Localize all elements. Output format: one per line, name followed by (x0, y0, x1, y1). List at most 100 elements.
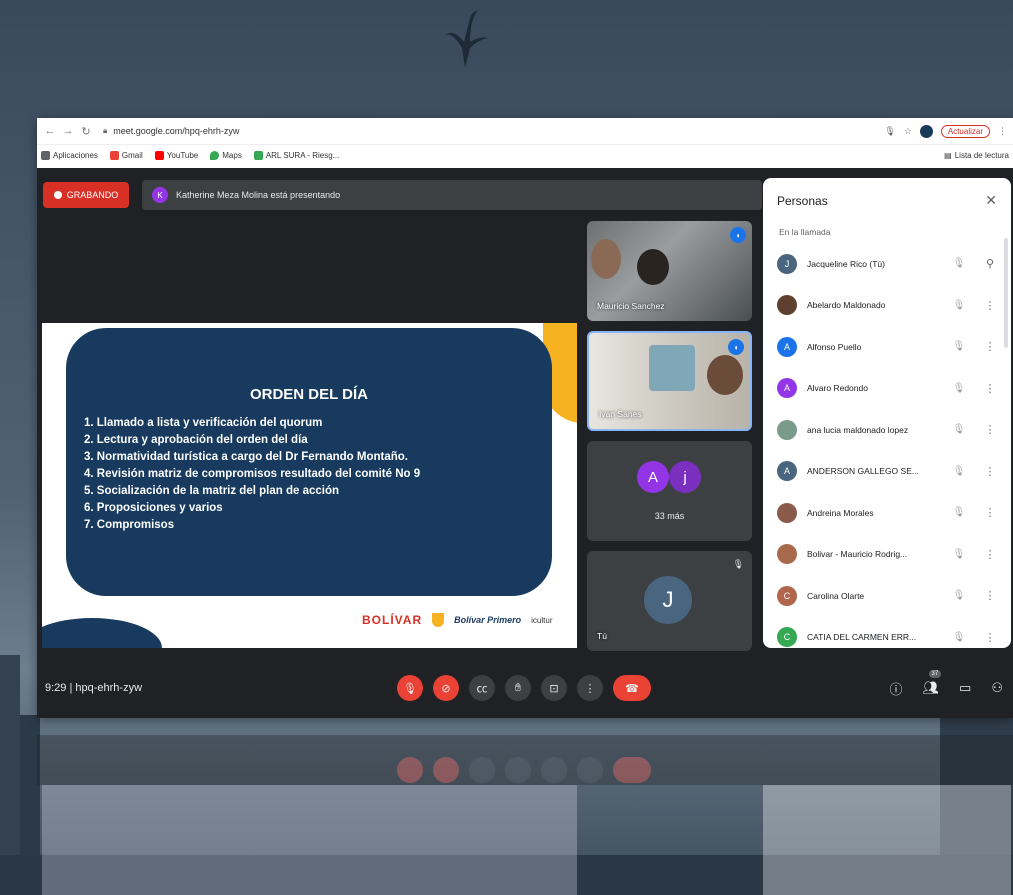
info-icon[interactable]: ⓘ (890, 679, 903, 698)
avatar: A (637, 461, 669, 493)
presenter-avatar: K (152, 187, 168, 203)
back-icon[interactable]: ← (43, 125, 57, 137)
reflected-control (469, 757, 495, 783)
participant-name: Carolina Olarte (807, 590, 865, 601)
more-options-icon[interactable]: ⋮ (577, 675, 603, 701)
meeting-info: 9:29 | hpq-ehrh-zyw (45, 682, 143, 694)
more-icon[interactable]: ⋮ (983, 423, 997, 436)
recording-badge[interactable]: GRABANDO (43, 182, 129, 208)
participant-row[interactable]: J Jacqueline Rico (Tú) 🎙︎ ⚲ (763, 243, 1011, 285)
reading-list-icon: ▤ (944, 151, 952, 160)
participant-row[interactable]: Abelardo Maldonado 🎙︎ ⋮ (763, 285, 1011, 327)
participant-row[interactable]: A Alvaro Redondo 🎙︎ ⋮ (763, 368, 1011, 410)
raise-hand-icon[interactable]: ✋︎ (505, 675, 531, 701)
mic-icon[interactable]: 🎙︎ (884, 126, 895, 137)
participant-tile-ivan[interactable]: ◖ Ivan Sanes (587, 331, 752, 431)
captions-icon[interactable]: ㏄ (469, 675, 495, 701)
participant-row[interactable]: A Alfonso Puello 🎙︎ ⋮ (763, 326, 1011, 368)
lock-icon[interactable]: 🔒︎ (103, 126, 107, 136)
more-icon[interactable]: ⋮ (983, 465, 997, 478)
reading-list[interactable]: ▤ Lista de lectura (944, 151, 1009, 160)
avatar: C (777, 627, 797, 648)
mic-off-icon: 🎙︎ (952, 465, 966, 477)
more-icon[interactable]: ⋮ (983, 340, 997, 353)
participant-row[interactable]: C Carolina Olarte 🎙︎ ⋮ (763, 575, 1011, 617)
people-icon[interactable]: 👥︎ 37 (923, 670, 942, 696)
reflected-control (397, 757, 423, 783)
update-button[interactable]: Actualizar (940, 124, 990, 138)
more-icon[interactable]: ⋮ (983, 506, 997, 519)
more-icon[interactable]: ⋮ (983, 631, 997, 644)
reflected-control (577, 757, 603, 783)
participant-video (591, 239, 621, 279)
self-tile[interactable]: 🎙︎ J Tú (587, 551, 752, 651)
participant-name: Mauricio Sanchez (597, 301, 665, 311)
more-icon[interactable]: ⋮ (983, 548, 997, 561)
activities-icon[interactable]: ⚇ (991, 680, 1003, 696)
participant-row[interactable]: Andreina Morales 🎙︎ ⋮ (763, 492, 1011, 534)
chat-icon[interactable]: ▭ (959, 680, 971, 696)
reload-icon[interactable]: ↻ (79, 125, 93, 138)
more-icon[interactable]: ⋮ (983, 299, 997, 312)
reflected-slide (42, 785, 577, 895)
participant-name: Abelardo Maldonado (807, 300, 886, 311)
sura-icon (253, 151, 263, 160)
avatar: A (777, 461, 797, 482)
end-call-icon[interactable]: ☎︎ (613, 675, 651, 701)
more-icon[interactable]: ⋮ (983, 589, 997, 602)
bookmark-gmail[interactable]: Gmail (109, 151, 143, 160)
bookmark-apps[interactable]: Aplicaciones (41, 151, 98, 160)
bookmark-sura[interactable]: ARL SURA - Riesg... (253, 151, 339, 160)
agenda-item: 2. Lectura y aprobación del orden del dí… (84, 434, 308, 446)
maps-icon (210, 151, 220, 160)
speaking-icon: ◖ (730, 227, 746, 243)
address-bar[interactable]: meet.google.com/hpq-ehrh-zyw (113, 126, 884, 136)
people-count-badge: 37 (928, 670, 942, 678)
forward-icon[interactable]: → (61, 125, 75, 137)
avatar: j (669, 461, 701, 493)
participant-name: Jacqueline Rico (Tú) (807, 258, 885, 269)
mic-off-icon: 🎙︎ (952, 341, 966, 353)
close-icon[interactable]: ✕ (985, 192, 997, 209)
screen-reflection (37, 725, 1013, 895)
address-icons: 🎙︎ ☆ Actualizar ⋮ (884, 124, 1007, 138)
participant-row[interactable]: C CATIA DEL CARMEN ERR... 🎙︎ ⋮ (763, 617, 1011, 649)
more-icon[interactable]: ⋮ (983, 382, 997, 395)
slide-logos: BOLÍVAR Bolívar Primero icultur (362, 613, 552, 627)
bookmark-maps[interactable]: Maps (210, 151, 242, 160)
participant-tile-mauricio[interactable]: ◖ Mauricio Sanchez (587, 221, 752, 321)
speaking-icon: ◖ (728, 339, 744, 355)
mic-off-icon: 🎙︎ (952, 258, 966, 270)
people-list: J Jacqueline Rico (Tú) 🎙︎ ⚲ Abelardo Maldona… (763, 243, 1011, 648)
present-icon[interactable]: ⊡ (541, 675, 567, 701)
presentation-slide: ORDEN DEL DÍA 1. Llamado a lista y verif… (42, 323, 577, 648)
reflected-control (541, 757, 567, 783)
bird-silhouette (442, 10, 488, 68)
shield-icon (432, 613, 445, 627)
pin-icon[interactable]: ⚲ (983, 257, 997, 270)
camera-off-icon[interactable]: ⊘ (433, 675, 459, 701)
more-icon[interactable]: ⋮ (998, 126, 1007, 137)
bookmarks-bar: Aplicaciones Gmail YouTube Maps ARL SURA… (37, 144, 1013, 166)
agenda-item: 7. Compromisos (84, 519, 175, 531)
avatar: C (777, 585, 797, 606)
bookmark-youtube[interactable]: YouTube (154, 151, 198, 160)
profile-avatar[interactable] (919, 124, 933, 138)
scrollbar[interactable] (1004, 238, 1008, 348)
mic-off-icon[interactable]: 🎙︎ (397, 675, 423, 701)
participant-row[interactable]: ana lucia maldonado lopez 🎙︎ ⋮ (763, 409, 1011, 451)
participant-row[interactable]: A ANDERSON GALLEGO SE... 🎙︎ ⋮ (763, 451, 1011, 493)
address-row: ← → ↻ 🔒︎ meet.google.com/hpq-ehrh-zyw 🎙︎… (37, 118, 1013, 144)
more-participants-tile[interactable]: A j 33 más (587, 441, 752, 541)
agenda-item: 6. Proposiciones y varios (84, 502, 223, 514)
reflected-control (505, 757, 531, 783)
reflected-panel (763, 785, 1011, 895)
mic-off-icon: 🎙︎ (952, 590, 966, 602)
participant-row[interactable]: Bolivar - Mauricio Rodrig... 🎙︎ ⋮ (763, 534, 1011, 576)
painting (649, 345, 695, 391)
avatar: A (777, 378, 797, 399)
participant-name: CATIA DEL CARMEN ERR... (807, 632, 917, 643)
mic-off-icon: 🎙︎ (952, 299, 966, 311)
mic-off-icon: 🎙︎ (952, 382, 966, 394)
star-icon[interactable]: ☆ (904, 126, 912, 137)
